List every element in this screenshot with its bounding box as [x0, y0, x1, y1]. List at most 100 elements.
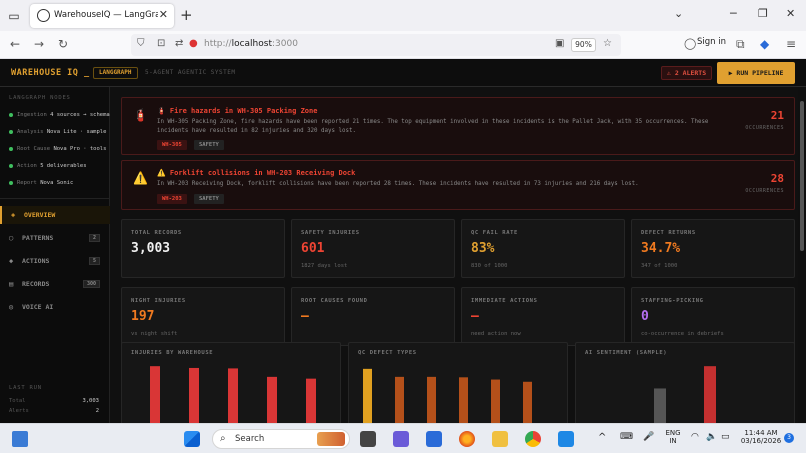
clock[interactable]: 11:44 AM 03/16/2026	[740, 429, 782, 445]
run-pipeline-button[interactable]: ▶ RUN PIPELINE	[717, 62, 795, 84]
store-icon[interactable]	[426, 431, 442, 447]
stat-card-defect-returns[interactable]: DEFECT RETURNS 34.7% 347 of 1000	[631, 219, 795, 278]
stat-card-immediate-actions[interactable]: IMMEDIATE ACTIONS — need action now	[461, 287, 625, 346]
browser-navbar: ← → ↻ ⛉ ⊡ ⇄ ● http://localhost:3000 ▣ 90…	[0, 31, 806, 59]
shield-icon[interactable]: ⛉	[137, 38, 145, 49]
stat-label: IMMEDIATE ACTIONS	[471, 298, 538, 304]
alert-title: ⚠️ Forklift collisions in WH-203 Receivi…	[157, 169, 356, 177]
warning-icon: ⚠️	[133, 171, 148, 185]
node-item: Root Cause Nova Pro · tools	[9, 146, 106, 155]
close-tab-icon[interactable]: ✕	[159, 8, 168, 21]
zoom-level[interactable]: 90%	[571, 38, 596, 52]
url-bar[interactable]: ⛉ ⊡ ⇄ ● http://localhost:3000 ▣ 90% ☆	[131, 34, 621, 56]
stat-card-safety-injuries[interactable]: SAFETY INJURIES 601 1827 days lost	[291, 219, 455, 278]
chart-bar	[228, 368, 238, 423]
status-dot-icon	[9, 146, 13, 151]
stat-label: ROOT CAUSES FOUND	[301, 298, 368, 304]
scrollbar-thumb[interactable]	[800, 101, 804, 251]
microphone-icon[interactable]: ●	[189, 38, 198, 49]
occurrence-label: OCCURRENCES	[745, 188, 784, 194]
microphone-icon[interactable]: 🎤	[643, 432, 654, 442]
task-view-icon[interactable]	[12, 431, 28, 447]
chart-bar	[363, 368, 372, 423]
stat-card-night-injuries[interactable]: NIGHT INJURIES 197 vs night shift	[121, 287, 285, 346]
overview-icon: ◈	[11, 211, 16, 219]
stat-card-qc-fail-rate[interactable]: QC FAIL RATE 83% 830 of 1000	[461, 219, 625, 278]
app-root: WAREHOUSE IQ _ LANGGRAPH 5-AGENT AGENTIC…	[0, 59, 806, 423]
alerts-badge[interactable]: ⚠ 2 ALERTS	[661, 66, 713, 80]
warehouse-tag: WH-203	[157, 194, 187, 204]
status-dot-icon	[9, 129, 13, 134]
stat-card-total-records[interactable]: TOTAL RECORDS 3,003	[121, 219, 285, 278]
wifi-icon[interactable]: ◠	[691, 432, 699, 442]
browser-tab[interactable]: WarehouseIQ — LangGraph Ag ✕	[30, 4, 174, 28]
file-explorer-icon[interactable]	[492, 431, 508, 447]
category-tag: SAFETY	[194, 140, 224, 150]
chevron-down-icon[interactable]: ⌄	[674, 7, 683, 20]
extension-icon[interactable]: ◆	[760, 37, 769, 51]
stat-card-root-causes[interactable]: ROOT CAUSES FOUND —	[291, 287, 455, 346]
alert-body: In WH-305 Packing Zone, fire hazards hav…	[157, 119, 709, 134]
account-icon[interactable]: ◯	[684, 37, 696, 50]
vscode-icon[interactable]	[558, 431, 574, 447]
alert-card[interactable]: ⚠️ ⚠️ Forklift collisions in WH-203 Rece…	[121, 160, 795, 210]
widgets-icon[interactable]	[360, 431, 376, 447]
teams-icon[interactable]	[393, 431, 409, 447]
permissions-icon[interactable]: ⇄	[175, 38, 183, 49]
last-run-heading: LAST RUN	[9, 385, 42, 391]
stat-label: DEFECT RETURNS	[641, 230, 696, 236]
chevron-up-icon[interactable]: ^	[598, 432, 606, 443]
stat-sub: co-occurrence in debriefs	[641, 331, 724, 337]
stat-value: 601	[301, 241, 325, 256]
battery-icon[interactable]: ▭	[721, 432, 730, 442]
stat-sub: 830 of 1000	[471, 263, 508, 269]
page-info-icon[interactable]: ⊡	[157, 38, 165, 49]
extensions-icon[interactable]: ⧉	[736, 37, 745, 52]
globe-icon	[37, 9, 50, 22]
stat-value: 197	[131, 309, 155, 324]
nav-patterns[interactable]: ◯ PATTERNS 2	[0, 229, 110, 247]
stat-label: STAFFING-PICKING	[641, 298, 704, 304]
node-item: Ingestion 4 sources → schema	[9, 112, 110, 121]
stat-card-staffing-picking[interactable]: STAFFING-PICKING 0 co-occurrence in debr…	[631, 287, 795, 346]
count-badge: 300	[82, 280, 100, 288]
sign-in-link[interactable]: Sign in	[697, 37, 726, 47]
reload-icon[interactable]: ↻	[58, 37, 68, 51]
restore-icon[interactable]: ❐	[758, 7, 768, 20]
notification-badge[interactable]: 3	[784, 433, 794, 443]
forward-icon[interactable]: →	[34, 37, 44, 51]
minimize-icon[interactable]: ─	[730, 7, 737, 20]
tab-list-icon[interactable]: ▭	[6, 8, 22, 24]
nav-actions[interactable]: ◆ ACTIONS 5	[0, 252, 110, 270]
status-dot-icon	[9, 180, 13, 185]
back-icon[interactable]: ←	[10, 37, 20, 51]
alert-card[interactable]: 🧯 🧯 Fire hazards in WH-305 Packing Zone …	[121, 97, 795, 155]
windows-taskbar: ⌕ Search ^ ⌨ 🎤 ENG IN ◠ 🔈 ▭ 11:44 AM 03/16…	[0, 423, 806, 453]
chart-bar	[704, 366, 716, 423]
chart-bar	[306, 378, 316, 423]
language-indicator[interactable]: ENG IN	[664, 429, 682, 445]
last-run-value: 2	[95, 408, 99, 414]
scrollbar[interactable]	[798, 87, 806, 423]
new-tab-icon[interactable]: +	[180, 6, 193, 24]
chart-bar	[523, 381, 532, 423]
bookmark-star-icon[interactable]: ☆	[603, 38, 612, 49]
close-window-icon[interactable]: ✕	[786, 7, 795, 20]
reader-view-icon[interactable]: ▣	[555, 38, 564, 49]
nav-records[interactable]: ▤ RECORDS 300	[0, 275, 110, 293]
nav-voice-ai[interactable]: ◎ VOICE AI	[0, 298, 110, 316]
tab-title: WarehouseIQ — LangGraph Ag	[54, 10, 158, 20]
chrome-icon[interactable]	[525, 431, 541, 447]
menu-icon[interactable]: ≡	[786, 37, 796, 51]
chart-bar	[150, 366, 160, 423]
firefox-icon[interactable]	[459, 431, 475, 447]
occurrence-count: 28	[770, 172, 784, 185]
nav-overview[interactable]: ◈ OVERVIEW	[0, 206, 110, 224]
windows-start-icon[interactable]	[184, 431, 200, 447]
count-badge: 5	[88, 257, 100, 265]
nodes-heading: LANGGRAPH NODES	[9, 95, 71, 101]
taskbar-search[interactable]: ⌕ Search	[212, 429, 350, 449]
chart-card-qc-defects: QC DEFECT TYPES	[348, 342, 568, 423]
volume-icon[interactable]: 🔈	[706, 432, 717, 442]
keyboard-icon[interactable]: ⌨	[620, 432, 633, 442]
